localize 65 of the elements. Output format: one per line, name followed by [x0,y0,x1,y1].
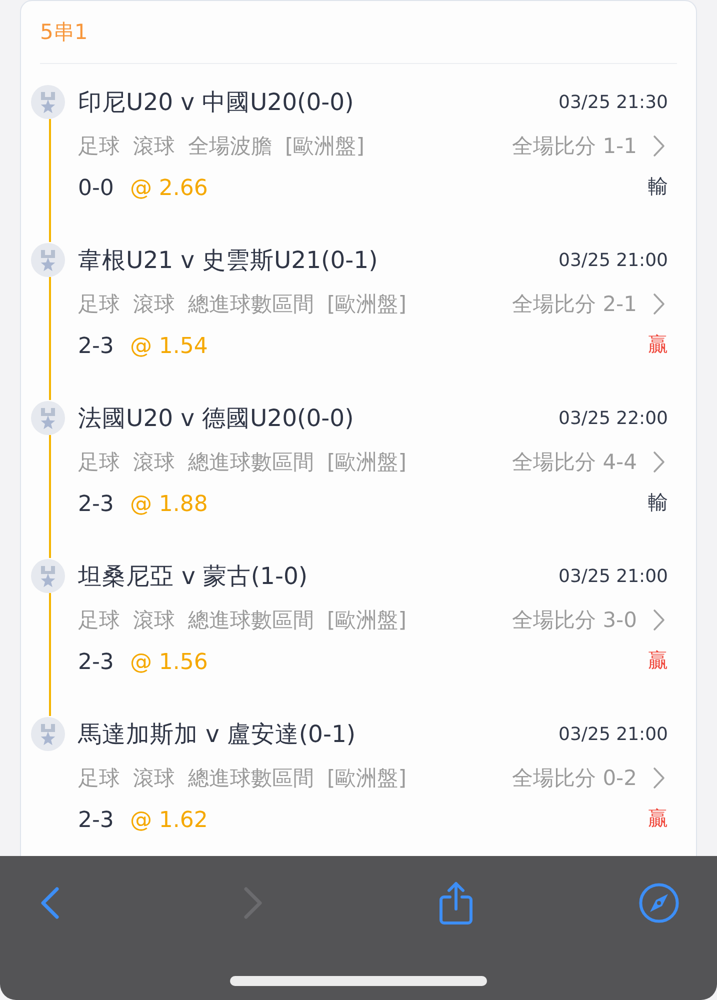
bet-tag: 滾球 [133,764,175,792]
odds-value: @ 2.66 [130,176,208,200]
medal-icon [31,559,65,593]
chevron-right-icon [653,293,665,315]
odds-value: @ 1.54 [130,334,208,358]
full-score-button[interactable]: 全場比分 1-1 [512,132,668,160]
bet-tag: 全場波膽 [188,132,272,160]
match-time: 03/25 21:00 [558,724,668,744]
match-time: 03/25 21:30 [558,92,668,112]
match-time: 03/25 21:00 [558,250,668,270]
medal-icon [31,401,65,435]
result-label: 贏 [648,804,668,832]
match-title: 韋根U21 v 史雲斯U21(0-1) [78,245,378,276]
chevron-right-icon [243,886,263,920]
picked-score: 0-0 [78,176,114,200]
full-score-button[interactable]: 全場比分 4-4 [512,448,668,476]
chevron-right-icon [653,767,665,789]
picked-score: 2-3 [78,334,114,358]
match-time: 03/25 21:00 [558,566,668,586]
match-title: 法國U20 v 德國U20(0-0) [78,403,354,434]
chevron-right-icon [653,609,665,631]
bet-tag: [歐洲盤] [327,290,406,318]
bet-tag: 滾球 [133,132,175,160]
match-time: 03/25 22:00 [558,408,668,428]
bet-type-title: 5串1 [40,19,88,46]
odds-value: @ 1.62 [130,808,208,832]
match-title: 坦桑尼亞 v 蒙古(1-0) [78,561,308,592]
bet-tag: 足球 [78,290,120,318]
chevron-left-icon [40,886,60,920]
bet-tag: 足球 [78,448,120,476]
bet-tag: [歐洲盤] [327,448,406,476]
full-score-button[interactable]: 全場比分 0-2 [512,764,668,792]
bet-tag: 滾球 [133,606,175,634]
full-score-button[interactable]: 全場比分 2-1 [512,290,668,318]
chevron-right-icon [653,451,665,473]
odds-value: @ 1.88 [130,492,208,516]
bet-tag: 總進球數區間 [188,764,314,792]
bet-tag: 總進球數區間 [188,290,314,318]
bet-tag: 滾球 [133,448,175,476]
picked-score: 2-3 [78,650,114,674]
odds-value: @ 1.56 [130,650,208,674]
match-title: 馬達加斯加 v 盧安達(0-1) [78,719,356,750]
bet-tag: 總進球數區間 [188,448,314,476]
bet-tag: [歐洲盤] [327,764,406,792]
bet-tag: 滾球 [133,290,175,318]
match-title: 印尼U20 v 中國U20(0-0) [78,87,354,118]
bet-tag: [歐洲盤] [285,132,364,160]
bet-tag: 足球 [78,606,120,634]
result-label: 輸 [648,488,668,516]
share-icon [439,881,473,925]
result-label: 贏 [648,330,668,358]
medal-icon [31,243,65,277]
medal-icon [31,85,65,119]
result-label: 贏 [648,646,668,674]
chevron-right-icon [653,135,665,157]
picked-score: 2-3 [78,492,114,516]
bet-tag: 足球 [78,764,120,792]
full-score-button[interactable]: 全場比分 3-0 [512,606,668,634]
result-label: 輸 [648,172,668,200]
bet-tag: [歐洲盤] [327,606,406,634]
bet-tag: 足球 [78,132,120,160]
bet-tag: 總進球數區間 [188,606,314,634]
compass-icon [639,883,679,923]
picked-score: 2-3 [78,808,114,832]
medal-icon [31,717,65,751]
